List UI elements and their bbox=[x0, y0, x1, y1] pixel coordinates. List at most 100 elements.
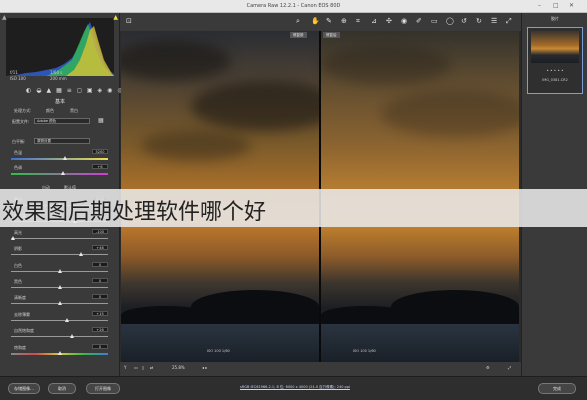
zoom-arrows[interactable]: ◂ ▸ bbox=[202, 365, 207, 371]
settings-icon[interactable]: ⚙ bbox=[486, 365, 490, 371]
white-balance-dropdown[interactable]: 原照设置 bbox=[34, 138, 90, 144]
minimize-button[interactable]: – bbox=[538, 2, 541, 10]
rating-stars[interactable]: • • • • • bbox=[528, 68, 582, 73]
white-balance-icon[interactable]: ✎ bbox=[326, 16, 332, 26]
cloud-shape bbox=[381, 91, 519, 137]
detail-icon[interactable]: ▲ bbox=[47, 87, 52, 95]
view-split-icon[interactable]: ▯ bbox=[142, 365, 144, 371]
slider-value[interactable]: 0 bbox=[92, 294, 108, 300]
workflow-options-link[interactable]: sRGB IEC61966-2.1; 8 位; 6000 x 4000 (24.… bbox=[200, 385, 390, 390]
water-area bbox=[121, 324, 319, 362]
slider-value[interactable]: +26 bbox=[92, 327, 108, 333]
straighten-icon[interactable]: ⊿ bbox=[371, 16, 377, 26]
slider-track[interactable] bbox=[11, 252, 108, 257]
tint-slider[interactable] bbox=[11, 171, 108, 175]
slider-label: 高光 bbox=[14, 229, 22, 235]
done-button[interactable]: 完成 bbox=[538, 383, 576, 394]
zoom-level[interactable]: 25.8% bbox=[172, 365, 185, 371]
lens-icon[interactable]: ◻ bbox=[77, 87, 82, 95]
slider-track[interactable] bbox=[11, 301, 108, 306]
slider-track[interactable] bbox=[11, 285, 108, 289]
adjustment-brush-icon[interactable]: ✐ bbox=[416, 16, 422, 26]
temperature-value[interactable]: 5200 bbox=[92, 149, 108, 154]
slider-value[interactable]: 0 bbox=[92, 343, 108, 349]
shadow-clipping-icon[interactable]: ▲ bbox=[2, 14, 7, 21]
treatment-color-radio[interactable]: 颜色 bbox=[46, 108, 54, 114]
slider-label: 白色 bbox=[14, 262, 22, 268]
highlight-clipping-icon[interactable]: ▲ bbox=[113, 14, 118, 21]
slider-label: 饱和度 bbox=[14, 344, 26, 350]
view-mode-y-icon[interactable]: Y bbox=[124, 365, 126, 371]
slider-thumb[interactable] bbox=[58, 268, 62, 273]
slider-track[interactable] bbox=[11, 317, 108, 322]
cancel-left-button[interactable]: 取消 bbox=[48, 383, 76, 394]
maximize-button[interactable]: □ bbox=[553, 2, 559, 10]
profile-label: 配置文件: bbox=[12, 119, 30, 124]
tone-curve-icon[interactable]: ◒ bbox=[36, 87, 41, 95]
thumbnail-filename: IMG_0381.CR2 bbox=[542, 78, 568, 82]
settings-icon[interactable]: ☰ bbox=[491, 16, 497, 26]
histogram-graph bbox=[6, 22, 114, 76]
open-image-left-button[interactable]: 打开图像 bbox=[86, 383, 120, 394]
crop-icon[interactable]: ⌗ bbox=[356, 16, 360, 26]
color-sampler-icon[interactable]: ⊕ bbox=[341, 16, 347, 26]
temperature-slider[interactable] bbox=[11, 156, 108, 160]
temperature-thumb[interactable] bbox=[63, 156, 67, 160]
tint-value[interactable]: +6 bbox=[92, 164, 108, 169]
slider-label: 黑色 bbox=[14, 279, 22, 284]
slider-track[interactable] bbox=[11, 235, 108, 240]
slider-track[interactable] bbox=[11, 268, 108, 273]
rotate-cw-icon[interactable]: ↻ bbox=[476, 16, 482, 26]
temperature-label: 色温 bbox=[14, 150, 22, 155]
slider-thumb[interactable] bbox=[11, 235, 15, 240]
title-bar: Camera Raw 12.2.1 - Canon EOS 80D – □ ✕ bbox=[0, 0, 587, 13]
title-banner: 效果图后期处理软件哪个好 bbox=[0, 189, 587, 227]
slider-value[interactable]: -100 bbox=[92, 228, 108, 234]
swap-views-icon[interactable]: ⇄ bbox=[150, 365, 153, 371]
slider-track[interactable] bbox=[11, 334, 108, 339]
slider-thumb[interactable] bbox=[79, 252, 83, 257]
split-toning-icon[interactable]: ≡ bbox=[67, 87, 72, 95]
tint-thumb[interactable] bbox=[61, 171, 65, 175]
fullscreen-icon[interactable]: ⤢ bbox=[506, 16, 512, 26]
graduated-filter-icon[interactable]: ▭ bbox=[431, 16, 438, 26]
radial-filter-icon[interactable]: ◯ bbox=[446, 16, 454, 26]
slider-value[interactable]: +15 bbox=[92, 310, 108, 316]
spot-removal-icon[interactable]: ✣ bbox=[386, 16, 392, 26]
red-eye-icon[interactable]: ◉ bbox=[401, 16, 407, 26]
film-thumbnail[interactable]: • • • • • IMG_0381.CR2 bbox=[527, 27, 583, 94]
slider-label: 阴影 bbox=[14, 246, 22, 252]
treatment-bw-radio[interactable]: 黑白 bbox=[70, 108, 78, 114]
presets-icon[interactable]: ◉ bbox=[107, 87, 112, 95]
left-tool-icon[interactable]: ⊡ bbox=[126, 16, 132, 26]
profile-dropdown[interactable]: Adobe 颜色 bbox=[34, 118, 90, 124]
aperture-icon[interactable]: ◐ bbox=[26, 87, 31, 95]
slider-thumb[interactable] bbox=[58, 350, 62, 355]
hsl-icon[interactable]: ▦ bbox=[56, 87, 62, 95]
before-caption: ISO 100 1/60 bbox=[207, 349, 230, 353]
filmstrip-title: 胶片 bbox=[551, 16, 559, 21]
expand-icon[interactable]: ⤢ bbox=[508, 365, 511, 371]
slider-thumb[interactable] bbox=[58, 285, 62, 289]
close-button[interactable]: ✕ bbox=[569, 2, 574, 10]
histogram: ▲ ▲ bbox=[2, 14, 118, 76]
slider-value[interactable]: +46 bbox=[92, 245, 108, 251]
zoom-icon[interactable]: ⌕ bbox=[296, 16, 300, 26]
exif-shutter: 1/60 s bbox=[50, 70, 63, 75]
slider-thumb[interactable] bbox=[70, 334, 74, 339]
effects-icon[interactable]: ▣ bbox=[87, 87, 93, 95]
slider-value[interactable]: 0 bbox=[92, 278, 108, 283]
slider-track[interactable] bbox=[11, 350, 108, 355]
rotate-ccw-icon[interactable]: ↺ bbox=[461, 16, 467, 26]
window-title: Camera Raw 12.2.1 - Canon EOS 80D bbox=[246, 3, 341, 9]
profile-browser-icon[interactable]: ▦ bbox=[98, 117, 104, 124]
view-single-icon[interactable]: ▭ bbox=[134, 365, 138, 371]
slider-thumb[interactable] bbox=[65, 317, 69, 322]
slider-thumb[interactable] bbox=[58, 301, 62, 306]
save-image-button[interactable]: 存储图像... bbox=[8, 383, 40, 394]
hand-icon[interactable]: ✋ bbox=[311, 16, 320, 26]
hill-shape bbox=[391, 290, 519, 324]
hill-shape bbox=[191, 290, 319, 324]
slider-value[interactable]: 0 bbox=[92, 261, 108, 267]
calibration-icon[interactable]: ◈ bbox=[97, 87, 102, 95]
